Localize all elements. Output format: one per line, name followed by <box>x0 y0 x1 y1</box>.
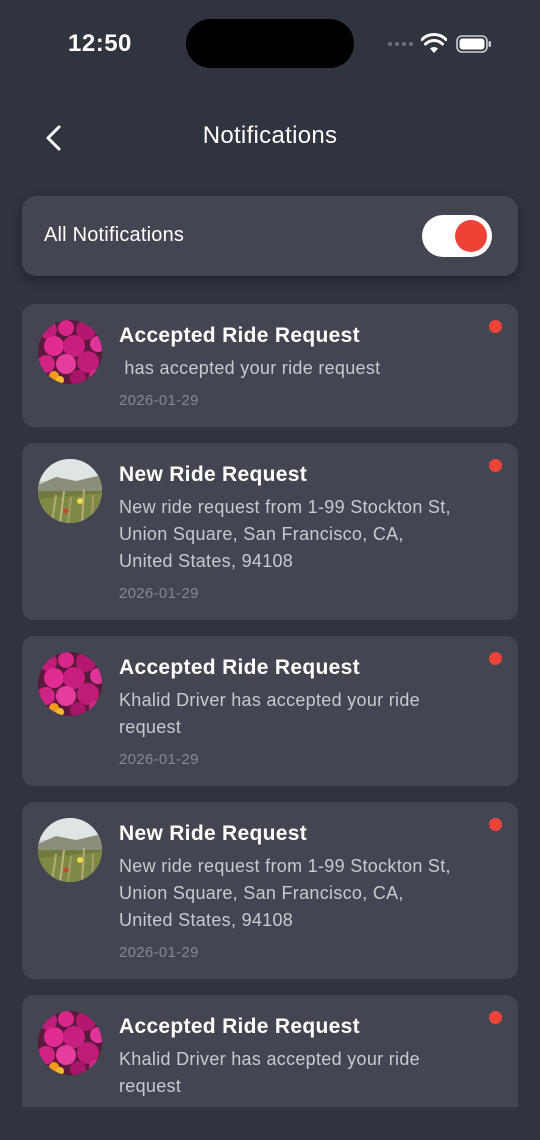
notifications-screen: 12:50 Notifications All Notifications Ac… <box>0 0 540 1140</box>
all-notifications-label: All Notifications <box>44 224 185 246</box>
battery-icon <box>456 35 491 53</box>
avatar <box>38 320 102 384</box>
avatar <box>38 818 102 882</box>
dynamic-island <box>186 19 354 68</box>
avatar <box>38 652 102 716</box>
notification-body: New ride request from 1-99 Stockton St, … <box>119 497 457 571</box>
status-time: 12:50 <box>68 30 132 57</box>
notification-body: has accepted your ride request <box>119 358 381 378</box>
notification-list: Accepted Ride Request has accepted your … <box>22 304 518 1107</box>
wifi-icon <box>421 33 447 53</box>
unread-indicator <box>489 459 502 472</box>
notification-item[interactable]: New Ride Request New ride request from 1… <box>22 802 518 979</box>
notification-date: 2026-01-29 <box>119 392 199 409</box>
avatar <box>38 459 102 523</box>
notification-item[interactable]: Accepted Ride Request Khalid Driver has … <box>22 995 518 1107</box>
notification-title: Accepted Ride Request <box>119 656 360 679</box>
notification-body: New ride request from 1-99 Stockton St, … <box>119 856 457 930</box>
notification-body: Khalid Driver has accepted your ride req… <box>119 690 426 737</box>
unread-indicator <box>489 818 502 831</box>
header: Notifications <box>0 100 540 172</box>
notification-date: 2026-01-29 <box>119 944 199 961</box>
avatar <box>38 1011 102 1075</box>
notification-item[interactable]: Accepted Ride Request has accepted your … <box>22 304 518 427</box>
notification-item[interactable]: New Ride Request New ride request from 1… <box>22 443 518 620</box>
unread-indicator <box>489 320 502 333</box>
all-notifications-card: All Notifications <box>22 196 518 276</box>
notification-date: 2026-01-29 <box>119 751 199 768</box>
notification-title: New Ride Request <box>119 822 308 845</box>
page-title: Notifications <box>202 122 338 149</box>
notification-body: Khalid Driver has accepted your ride req… <box>119 1049 426 1096</box>
notification-title: Accepted Ride Request <box>119 1015 360 1038</box>
notification-date: 2026-01-29 <box>119 585 199 602</box>
notification-title: Accepted Ride Request <box>119 324 360 347</box>
cellular-signal-icon <box>388 42 413 46</box>
unread-indicator <box>489 652 502 665</box>
toggle-knob <box>455 220 487 252</box>
all-notifications-toggle[interactable] <box>422 215 492 257</box>
status-bar: 12:50 <box>0 0 540 90</box>
notification-title: New Ride Request <box>119 463 308 486</box>
unread-indicator <box>489 1011 502 1024</box>
notification-item[interactable]: Accepted Ride Request Khalid Driver has … <box>22 636 518 786</box>
